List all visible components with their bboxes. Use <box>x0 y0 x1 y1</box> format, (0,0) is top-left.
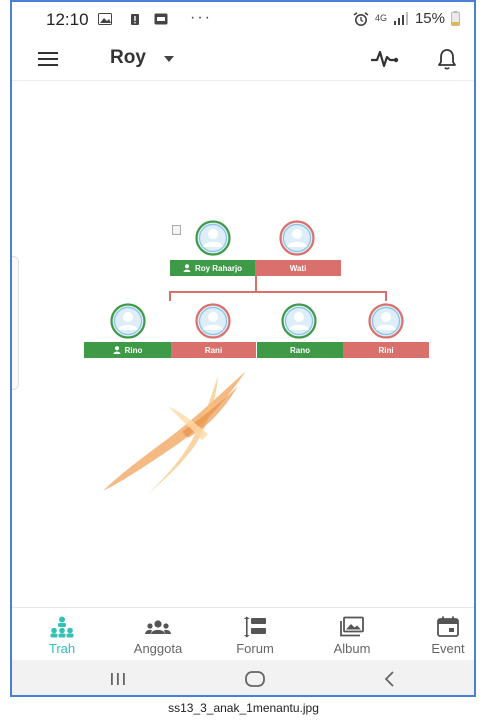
tree-connector <box>169 291 387 293</box>
recent-apps-icon[interactable] <box>108 670 128 688</box>
family-tree-icon <box>50 616 74 638</box>
avatar-rini[interactable] <box>362 303 410 339</box>
message-notification-icon <box>154 13 168 25</box>
hamburger-menu-icon[interactable] <box>38 52 58 66</box>
member-name: Rano <box>290 345 310 355</box>
nav-label: Forum <box>236 641 274 656</box>
drawer-edge-handle[interactable] <box>12 256 19 390</box>
status-right: 4G 15% <box>353 10 460 27</box>
signal-icon <box>393 12 408 25</box>
member-name: Rini <box>378 345 394 355</box>
more-notifications-indicator: ··· <box>190 9 212 26</box>
system-navigation-bar <box>12 660 474 695</box>
gallery-notification-icon <box>98 13 112 25</box>
nav-label: Event <box>431 641 465 656</box>
nav-tab-album[interactable]: Album <box>312 612 392 658</box>
tree-connector <box>255 276 257 291</box>
notification-bell-icon[interactable] <box>436 47 458 71</box>
nav-label: Anggota <box>133 641 183 656</box>
nav-label: Trah <box>48 641 76 656</box>
nav-tab-forum[interactable]: Forum <box>215 612 295 658</box>
avatar-rani[interactable] <box>189 303 237 339</box>
activity-icon[interactable] <box>370 49 400 69</box>
battery-alert-icon <box>131 14 139 25</box>
event-icon <box>437 616 459 637</box>
people-icon <box>145 620 171 634</box>
person-icon <box>183 264 191 272</box>
member-name: Roy Raharjo <box>194 263 243 273</box>
avatar-rino[interactable] <box>104 303 152 339</box>
status-time: 12:10 <box>46 10 89 29</box>
tree-connector <box>169 291 171 301</box>
brush-stroke-watermark <box>103 371 246 494</box>
member-tag-roy-raharjo[interactable]: Roy Raharjo <box>170 260 255 276</box>
member-tag-rino[interactable]: Rino <box>84 342 171 358</box>
app-bar: Roy <box>12 38 474 81</box>
network-type: 4G <box>374 13 387 23</box>
member-name: Rani <box>204 345 223 355</box>
member-tag-rani[interactable]: Rani <box>171 342 256 358</box>
album-icon <box>340 616 364 637</box>
member-tag-rano[interactable]: Rano <box>257 342 343 358</box>
home-icon[interactable] <box>244 670 266 688</box>
battery-icon <box>451 11 460 26</box>
family-tree-canvas[interactable]: Roy Raharjo Wati Rino Rani Rano Rini <box>12 81 474 606</box>
phone-screen: 12:10 ··· 4G 15% Roy Roy Raharjo Wati Ri… <box>10 0 476 697</box>
back-icon[interactable] <box>382 670 398 688</box>
member-tag-wati[interactable]: Wati <box>255 260 341 276</box>
avatar-roy-raharjo[interactable] <box>189 220 237 256</box>
member-tag-rini[interactable]: Rini <box>343 342 429 358</box>
nav-tab-anggota[interactable]: Anggota <box>118 612 198 658</box>
bottom-navigation: Trah Anggota Forum Album Event <box>12 607 474 660</box>
nav-label: Album <box>333 641 371 656</box>
member-name: Rino <box>124 345 143 355</box>
member-badge-icon <box>172 225 181 235</box>
person-icon <box>113 346 121 354</box>
avatar-rano[interactable] <box>275 303 323 339</box>
forum-icon <box>244 616 266 638</box>
nav-tab-trah[interactable]: Trah <box>22 612 102 658</box>
chevron-down-icon[interactable] <box>164 56 174 62</box>
image-caption: ss13_3_anak_1menantu.jpg <box>168 701 319 715</box>
avatar-wati[interactable] <box>273 220 321 256</box>
status-bar: 12:10 ··· 4G 15% <box>12 2 474 38</box>
battery-percent: 15% <box>414 10 445 27</box>
member-name: Wati <box>289 263 307 273</box>
alarm-icon <box>353 11 369 26</box>
nav-tab-event[interactable]: Event <box>408 612 474 658</box>
family-selector[interactable]: Roy <box>110 47 146 69</box>
tree-connector <box>385 291 387 301</box>
